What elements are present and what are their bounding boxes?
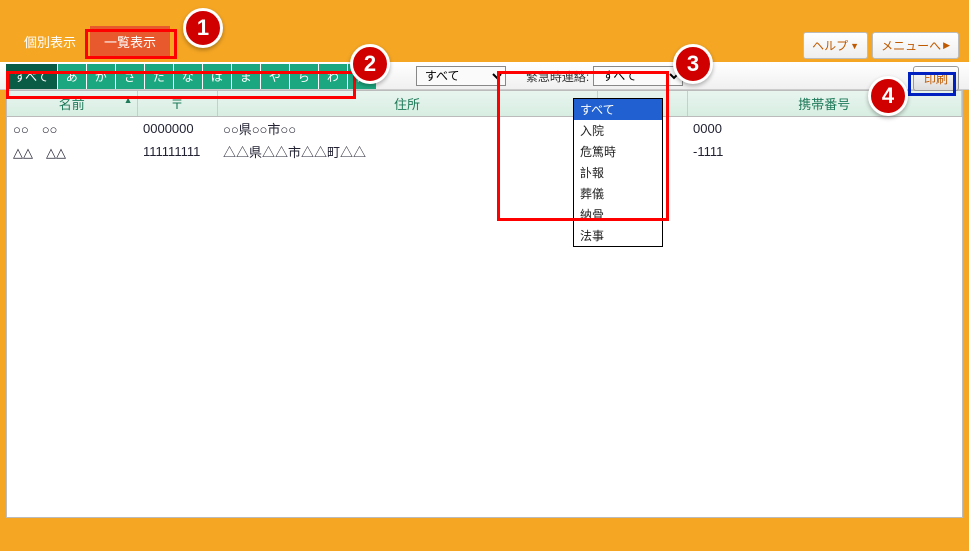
cell-postal: 0000000	[137, 117, 217, 141]
col-postal[interactable]: 〒	[137, 91, 217, 117]
emergency-dropdown-list: すべて 入院 危篤時 訃報 葬儀 納骨 法事	[573, 98, 663, 247]
kana-tab-sa[interactable]: さ	[116, 64, 145, 89]
marker-4: 4	[868, 76, 908, 116]
print-button[interactable]: 印刷	[913, 66, 959, 91]
cell-address: △△県△△市△△町△△	[217, 140, 597, 163]
kana-tab-all[interactable]: すべて	[6, 64, 58, 89]
table-row[interactable]: ○○ ○○ 0000000 ○○県○○市○○ 0000	[7, 117, 962, 141]
sort-asc-icon: ▲	[124, 95, 133, 105]
cell-mobile: 0000	[687, 117, 962, 141]
cell-mobile: -1111	[687, 140, 962, 163]
kana-tab-ha[interactable]: は	[203, 64, 232, 89]
data-table-wrap: 名前 ▲ 〒 住所 携帯番号 ○○ ○○ 0000000 ○○県○○市○○ 00…	[6, 90, 963, 518]
dropdown-option[interactable]: 葬儀	[574, 183, 662, 204]
kana-tab-a[interactable]: あ	[58, 64, 87, 89]
dropdown-option[interactable]: すべて	[574, 99, 662, 120]
help-button[interactable]: ヘルプ ▼	[803, 32, 868, 59]
cell-address: ○○県○○市○○	[217, 117, 597, 141]
filter1-dropdown[interactable]: すべて	[416, 66, 506, 86]
kana-tab-ka[interactable]: か	[87, 64, 116, 89]
kana-tab-wa[interactable]: わ	[319, 64, 348, 89]
kana-tab-ra[interactable]: ら	[290, 64, 319, 89]
table-row[interactable]: △△ △△ 111111111 △△県△△市△△町△△ -1111	[7, 140, 962, 163]
menu-button[interactable]: メニューへ ▶	[872, 32, 959, 59]
marker-3: 3	[673, 44, 713, 84]
header-buttons: ヘルプ ▼ メニューへ ▶	[803, 32, 959, 59]
column-headers: 名前 ▲ 〒 住所 携帯番号	[7, 91, 962, 117]
col-mobile[interactable]: 携帯番号	[687, 91, 962, 117]
footer-bar	[0, 521, 969, 551]
tab-individual[interactable]: 個別表示	[10, 26, 90, 57]
dropdown-option[interactable]: 訃報	[574, 162, 662, 183]
dropdown-option[interactable]: 危篤時	[574, 141, 662, 162]
data-table: 名前 ▲ 〒 住所 携帯番号 ○○ ○○ 0000000 ○○県○○市○○ 00…	[7, 91, 962, 163]
emergency-dropdown[interactable]: すべて	[593, 66, 683, 86]
col-name[interactable]: 名前 ▲	[7, 91, 137, 117]
kana-tab-na[interactable]: な	[174, 64, 203, 89]
menu-label: メニューへ	[881, 37, 941, 54]
kana-tab-ma[interactable]: ま	[232, 64, 261, 89]
chevron-right-icon: ▶	[943, 40, 950, 51]
dropdown-option[interactable]: 納骨	[574, 204, 662, 225]
dropdown-option[interactable]: 法事	[574, 225, 662, 246]
header-bar: 個別表示 一覧表示 ヘルプ ▼ メニューへ ▶	[0, 0, 969, 62]
tab-list[interactable]: 一覧表示	[90, 26, 170, 57]
col-name-label: 名前	[59, 97, 85, 112]
cell-name: ○○ ○○	[7, 117, 137, 141]
kana-tabs: すべて あ か さ た な は ま や ら わ 他	[6, 64, 376, 89]
cell-postal: 111111111	[137, 140, 217, 163]
col-address[interactable]: 住所	[217, 91, 597, 117]
chevron-down-icon: ▼	[850, 41, 859, 51]
dropdown-option[interactable]: 入院	[574, 120, 662, 141]
kana-tab-ta[interactable]: た	[145, 64, 174, 89]
emergency-label: 緊急時連絡:	[526, 68, 589, 85]
marker-2: 2	[350, 44, 390, 84]
marker-1: 1	[183, 8, 223, 48]
kana-tab-ya[interactable]: や	[261, 64, 290, 89]
help-label: ヘルプ	[812, 37, 848, 54]
filter-strip: すべて あ か さ た な は ま や ら わ 他 すべて 緊急時連絡: すべて…	[0, 62, 969, 90]
cell-name: △△ △△	[7, 140, 137, 163]
